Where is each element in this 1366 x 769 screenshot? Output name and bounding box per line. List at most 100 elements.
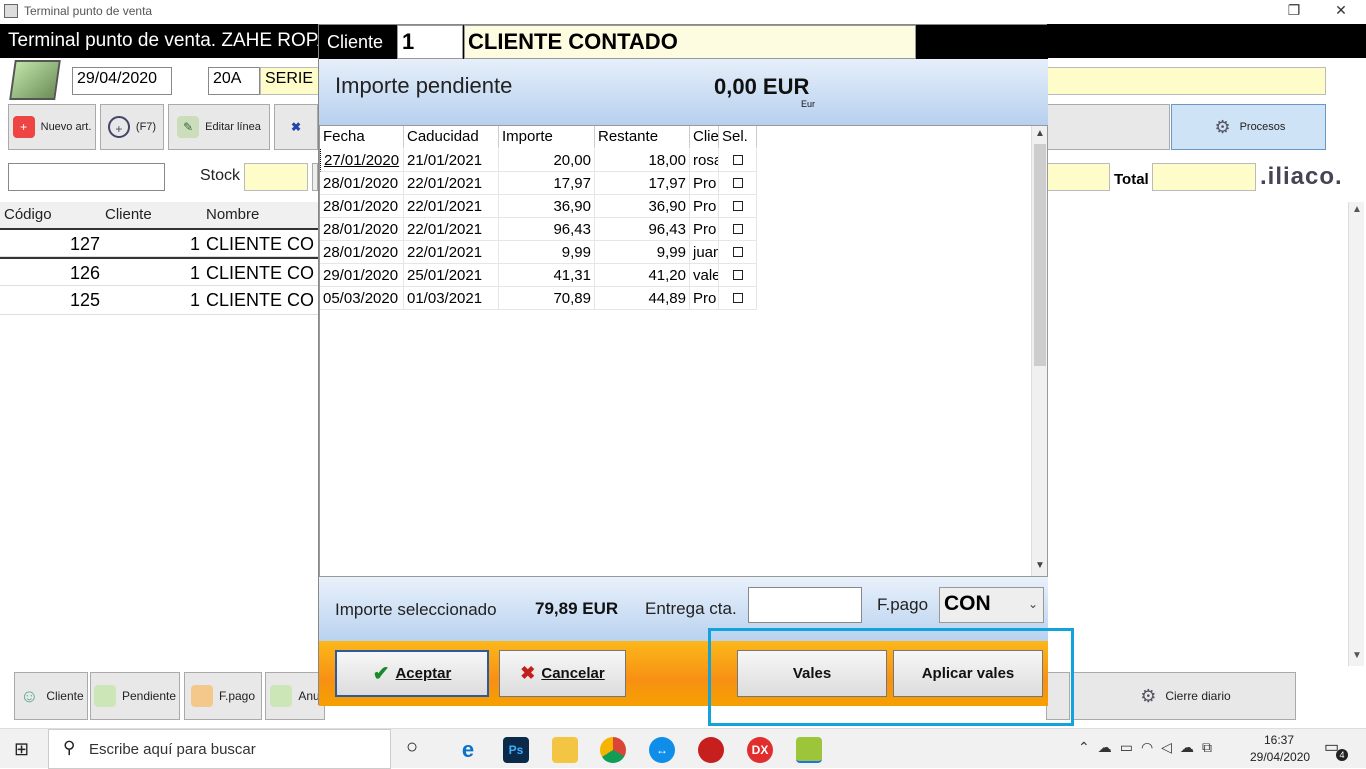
scroll-down-icon[interactable]: ▼	[1352, 650, 1362, 661]
task-view-icon[interactable]: ○	[406, 736, 418, 759]
table-row[interactable]: 126 1 CLIENTE CO	[0, 257, 318, 286]
cell-restante[interactable]: 18,00	[595, 149, 690, 172]
aceptar-button[interactable]: ✔ Aceptar	[335, 650, 489, 697]
cell-cliente: 1	[189, 263, 200, 283]
fpago-button[interactable]: F.pago	[184, 672, 262, 720]
editar-linea-button[interactable]: ✎ Editar línea	[168, 104, 270, 150]
table-row[interactable]: 125 1 CLIENTE CO	[0, 286, 318, 315]
cell-fecha[interactable]: 29/01/2020	[320, 264, 404, 287]
cell-fecha[interactable]: 05/03/2020	[320, 287, 404, 310]
cell-caducidad[interactable]: 01/03/2021	[404, 287, 499, 310]
cell-restante[interactable]: 36,90	[595, 195, 690, 218]
cell-importe[interactable]: 36,90	[499, 195, 595, 218]
cell-importe[interactable]: 70,89	[499, 287, 595, 310]
windows-start-icon[interactable]: ⊞	[14, 739, 29, 760]
edge-icon[interactable]: e	[455, 737, 481, 763]
cell-cliente[interactable]: rosa	[690, 149, 719, 172]
cell-cliente[interactable]: vale	[690, 264, 719, 287]
pos-app-taskbar-icon[interactable]	[796, 737, 822, 763]
cell-caducidad[interactable]: 22/01/2021	[404, 172, 499, 195]
cliente-code-field[interactable]: 1	[397, 25, 463, 59]
f7-button[interactable]: + (F7)	[100, 104, 164, 150]
user-icon: ☺	[20, 686, 39, 706]
delete-line-button[interactable]: ✖	[274, 104, 318, 150]
pendiente-label: Importe pendiente	[335, 73, 513, 98]
serie-code-field[interactable]: 20A	[208, 67, 260, 95]
cancelar-button[interactable]: ✖ Cancelar	[499, 650, 626, 697]
cell-fecha[interactable]: 28/01/2020	[320, 195, 404, 218]
cell-cliente[interactable]: Pro	[690, 195, 719, 218]
cliente-button[interactable]: ☺ Cliente	[14, 672, 88, 720]
cell-importe[interactable]: 9,99	[499, 241, 595, 264]
select-checkbox[interactable]	[732, 155, 743, 165]
cell-caducidad[interactable]: 22/01/2021	[404, 218, 499, 241]
cell-caducidad[interactable]: 25/01/2021	[404, 264, 499, 287]
cell-fecha[interactable]: 28/01/2020	[320, 172, 404, 195]
cell-sel[interactable]	[719, 149, 757, 172]
cell-restante[interactable]: 17,97	[595, 172, 690, 195]
cell-sel[interactable]	[719, 287, 757, 310]
gears-icon: ⚙	[1140, 686, 1157, 706]
select-checkbox[interactable]	[732, 293, 743, 303]
app-title: Terminal punto de venta. ZAHE ROPA	[8, 30, 330, 51]
restore-icon[interactable]: ❐	[1284, 2, 1304, 19]
select-checkbox[interactable]	[732, 224, 743, 234]
cell-sel[interactable]	[719, 195, 757, 218]
anular-button[interactable]: Anu	[265, 672, 325, 720]
app-flame-icon[interactable]	[698, 737, 724, 763]
cell-importe[interactable]: 20,00	[499, 149, 595, 172]
scroll-up-icon[interactable]: ▲	[1035, 128, 1045, 139]
add-item-icon: +	[12, 116, 35, 138]
taskbar-search[interactable]: ⚲ Escribe aquí para buscar	[48, 729, 391, 769]
chrome-icon[interactable]	[600, 737, 626, 763]
fpago-select[interactable]: CON ⌄	[939, 587, 1044, 623]
pending-payments-dialog: Cliente 1 CLIENTE CONTADO Importe pendie…	[318, 24, 1048, 706]
cell-fecha[interactable]: 28/01/2020	[320, 241, 404, 264]
cell-sel[interactable]	[719, 172, 757, 195]
select-checkbox[interactable]	[732, 178, 743, 188]
cell-restante[interactable]: 96,43	[595, 218, 690, 241]
cell-fecha[interactable]: 28/01/2020	[320, 218, 404, 241]
cell-importe[interactable]: 96,43	[499, 218, 595, 241]
cell-caducidad[interactable]: 21/01/2021	[404, 149, 499, 172]
pendiente-button[interactable]: Pendiente	[90, 672, 180, 720]
search-field[interactable]	[8, 163, 165, 191]
cell-sel[interactable]	[719, 218, 757, 241]
cierre-diario-button[interactable]: ⚙ Cierre diario	[1072, 672, 1296, 720]
cell-cliente[interactable]: Pro	[690, 218, 719, 241]
dx-icon[interactable]: DX	[747, 737, 773, 763]
scroll-up-icon[interactable]: ▲	[1352, 204, 1362, 215]
select-checkbox[interactable]	[732, 270, 743, 280]
cell-cliente[interactable]: juan	[690, 241, 719, 264]
cell-fecha[interactable]: 27/01/2020	[320, 149, 404, 172]
teamviewer-icon[interactable]: ↔	[649, 737, 675, 763]
select-checkbox[interactable]	[732, 201, 743, 211]
cell-sel[interactable]	[719, 241, 757, 264]
cell-importe[interactable]: 41,31	[499, 264, 595, 287]
nuevo-articulo-button[interactable]: + Nuevo art.	[8, 104, 96, 150]
cell-cliente[interactable]: Pro	[690, 172, 719, 195]
date-field[interactable]: 29/04/2020	[72, 67, 172, 95]
cell-sel[interactable]	[719, 264, 757, 287]
photoshop-icon[interactable]: Ps	[503, 737, 529, 763]
procesos-button[interactable]: ⚙ Procesos	[1171, 104, 1326, 150]
cell-caducidad[interactable]: 22/01/2021	[404, 195, 499, 218]
close-icon[interactable]: ✕	[1331, 2, 1351, 19]
cell-restante[interactable]: 41,20	[595, 264, 690, 287]
grid-scrollbar[interactable]: ▲ ▼	[1031, 126, 1047, 576]
scroll-thumb[interactable]	[1034, 144, 1046, 366]
entrega-cuenta-input[interactable]	[748, 587, 862, 623]
cell-restante[interactable]: 9,99	[595, 241, 690, 264]
scroll-down-icon[interactable]: ▼	[1035, 560, 1045, 571]
right-scrollbar[interactable]: ▲ ▼	[1348, 202, 1364, 666]
cell-restante[interactable]: 44,89	[595, 287, 690, 310]
cell-cliente[interactable]: Pro	[690, 287, 719, 310]
cell-caducidad[interactable]: 22/01/2021	[404, 241, 499, 264]
seleccionado-label: Importe seleccionado	[335, 600, 497, 619]
cell-importe[interactable]: 17,97	[499, 172, 595, 195]
tray-icons[interactable]: ⌃☁▭◠◁☁⧉	[1078, 739, 1220, 756]
select-checkbox[interactable]	[732, 247, 743, 257]
serie-name-field[interactable]: SERIE	[260, 67, 320, 95]
file-explorer-icon[interactable]	[552, 737, 578, 763]
table-row[interactable]: 127 1 CLIENTE CO	[0, 228, 318, 257]
